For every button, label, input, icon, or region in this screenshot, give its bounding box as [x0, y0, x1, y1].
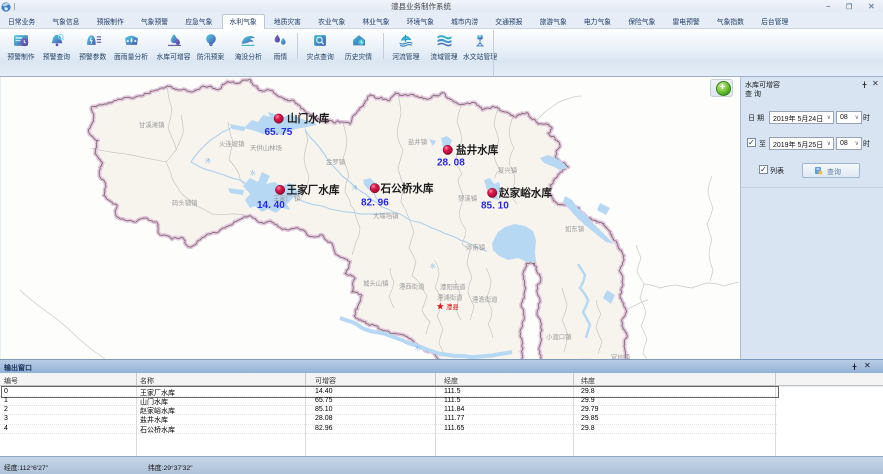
svg-text:城头山镇: 城头山镇 [363, 279, 389, 288]
svg-text:澧阳街道: 澧阳街道 [440, 282, 466, 291]
svg-text:梦溪镇: 梦溪镇 [458, 194, 478, 203]
svg-text:金罗镇: 金罗镇 [326, 157, 346, 166]
svg-text:水: 水 [430, 262, 436, 270]
svg-text:如东镇: 如东镇 [565, 224, 585, 233]
svg-text:王家厂水库: 王家厂水库 [287, 184, 340, 197]
svg-text:赵家峪水库: 赵家峪水库 [498, 187, 552, 200]
svg-text:65. 75: 65. 75 [265, 127, 293, 138]
svg-text:澧澹街道: 澧澹街道 [472, 295, 498, 304]
svg-text:涔: 涔 [205, 157, 211, 165]
svg-text:★: ★ [436, 302, 445, 313]
svg-text:复兴镇: 复兴镇 [498, 166, 518, 175]
svg-text:14. 40: 14. 40 [257, 200, 285, 211]
svg-text:大堰垱镇: 大堰垱镇 [373, 211, 399, 220]
svg-text:水: 水 [250, 169, 256, 177]
svg-text:涔南镇: 涔南镇 [466, 243, 486, 252]
svg-text:小渡口镇: 小渡口镇 [546, 332, 572, 341]
svg-text:甘溪滩镇: 甘溪滩镇 [139, 120, 165, 129]
svg-text:涔: 涔 [352, 184, 358, 192]
svg-text:澧西街道: 澧西街道 [399, 282, 425, 291]
svg-text:山门水库: 山门水库 [287, 112, 330, 125]
svg-text:盐井镇: 盐井镇 [408, 137, 428, 146]
svg-text:火连坡镇: 火连坡镇 [219, 139, 245, 148]
svg-text:85. 10: 85. 10 [481, 201, 509, 212]
svg-text:水: 水 [415, 344, 421, 352]
svg-text:天供山林场: 天供山林场 [250, 143, 282, 152]
svg-text:82. 96: 82. 96 [361, 198, 389, 209]
svg-text:澧县: 澧县 [446, 302, 459, 311]
svg-text:澧浦街道: 澧浦街道 [437, 293, 463, 302]
svg-text:盐井水库: 盐井水库 [456, 144, 499, 157]
svg-text:石公桥水库: 石公桥水库 [380, 182, 434, 195]
svg-text:码头铺镇: 码头铺镇 [172, 198, 198, 207]
svg-text:28. 08: 28. 08 [437, 158, 465, 169]
